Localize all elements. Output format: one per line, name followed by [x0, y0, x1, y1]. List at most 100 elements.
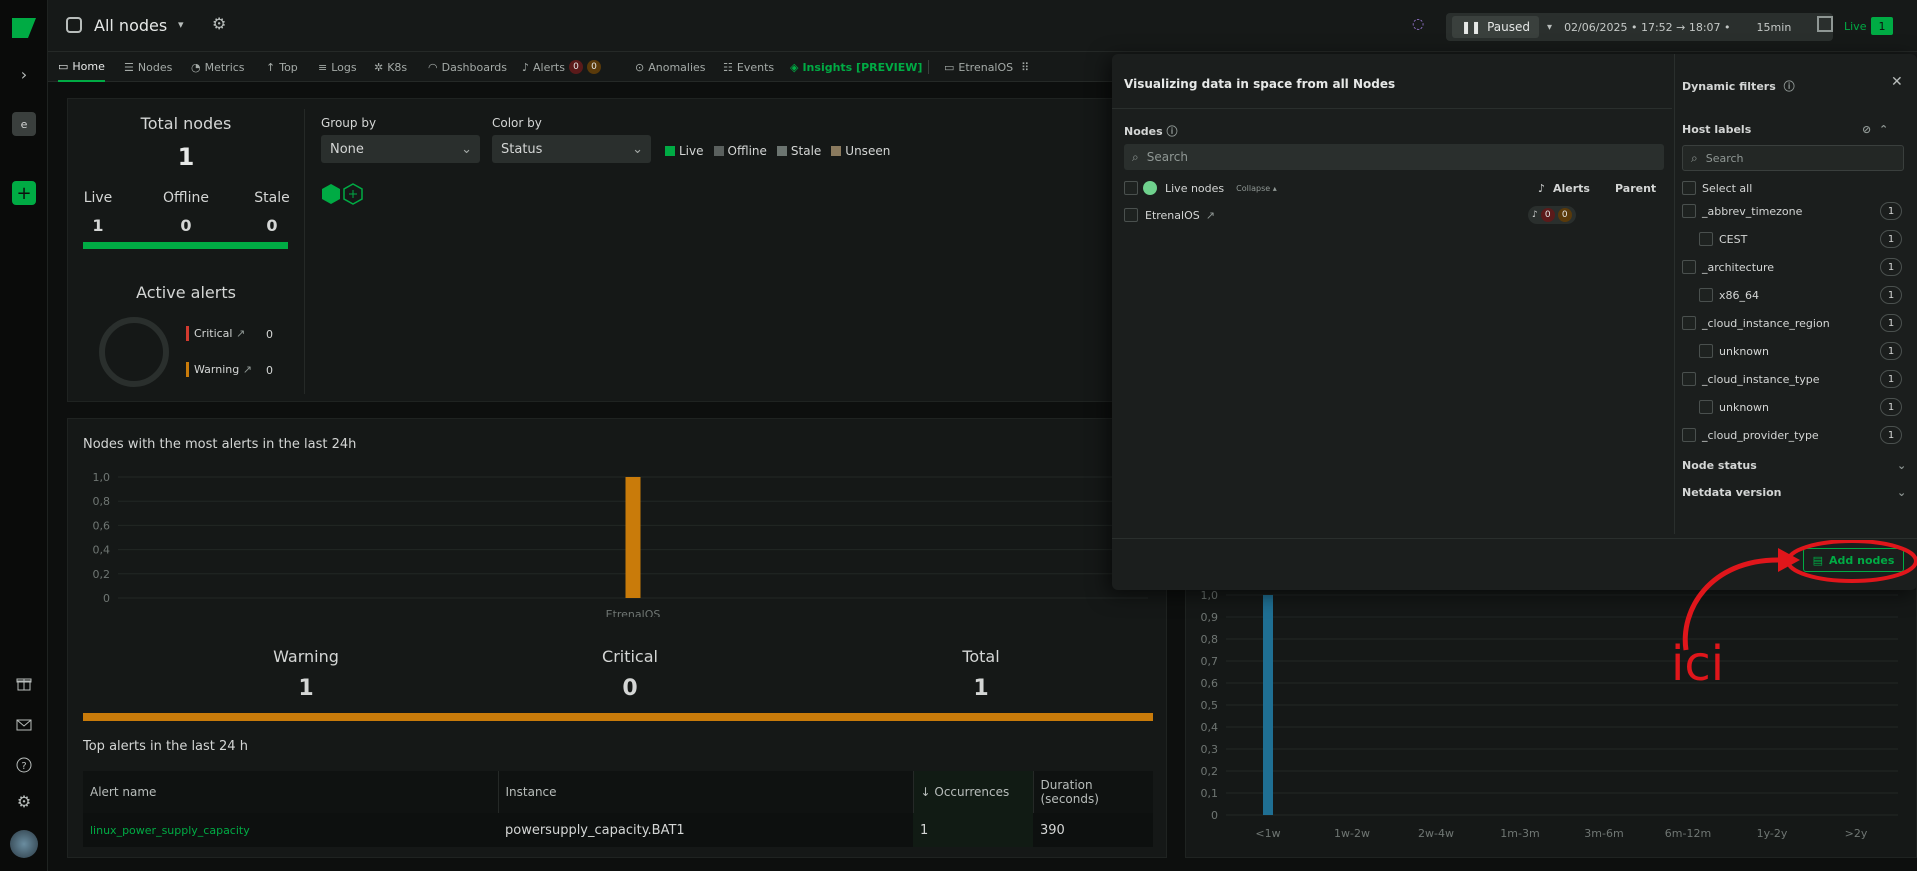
tab-insights[interactable]: ◈ Insights [PREVIEW] — [790, 52, 922, 82]
help-icon[interactable]: ? — [12, 753, 36, 777]
host-label-row[interactable]: x86_64 1 — [1682, 284, 1904, 306]
y-tick-label: 0,5 — [1201, 699, 1219, 712]
left-rail: › e + ? ⚙ — [0, 0, 48, 871]
node-checkbox[interactable] — [1124, 208, 1138, 222]
close-icon[interactable]: ✕ — [1891, 74, 1903, 90]
tab-anomalies[interactable]: ⊙ Anomalies — [635, 52, 706, 82]
tab-metrics[interactable]: ◔ Metrics — [191, 52, 245, 82]
critical-count: 0 — [266, 328, 273, 341]
chevron-up-icon[interactable]: ⌃ — [1879, 123, 1888, 136]
lightbulb-icon[interactable]: ◌ — [1412, 16, 1424, 32]
node-name[interactable]: EtrenalOS — [1145, 209, 1200, 222]
host-label-checkbox[interactable] — [1682, 316, 1696, 330]
filters-divider — [1674, 54, 1675, 534]
user-avatar[interactable] — [10, 830, 38, 858]
netdata-logo[interactable] — [10, 14, 38, 42]
node-hexagon[interactable] — [321, 183, 341, 208]
x-tick-label: EtrenalOS — [606, 608, 661, 617]
host-label-row[interactable]: unknown 1 — [1682, 396, 1904, 418]
collapse-button[interactable]: Collapse ▴ — [1236, 184, 1277, 193]
room-title: All nodes — [94, 16, 168, 35]
select-live-nodes-checkbox[interactable] — [1124, 181, 1138, 195]
tab-top[interactable]: ↑ Top — [266, 52, 298, 82]
host-label-checkbox[interactable] — [1682, 204, 1696, 218]
expand-sidebar-icon[interactable]: › — [12, 62, 36, 86]
time-range[interactable]: 02/06/2025 • 17:52 → 18:07 • — [1564, 21, 1730, 34]
metrics-icon: ◔ — [191, 60, 201, 74]
host-label-row[interactable]: _cloud_instance_type 1 — [1682, 368, 1904, 390]
chevron-down-icon[interactable]: ▾ — [1547, 22, 1552, 33]
select-all-checkbox[interactable] — [1682, 181, 1696, 195]
info-icon[interactable]: ⓘ — [1784, 80, 1795, 93]
host-label-checkbox[interactable] — [1682, 260, 1696, 274]
host-label-name: unknown — [1719, 344, 1769, 358]
host-label-checkbox[interactable] — [1699, 232, 1713, 246]
col-instance[interactable]: Instance — [498, 771, 914, 813]
space-settings-icon[interactable] — [66, 17, 82, 33]
col-occurrences[interactable]: ↓ Occurrences — [913, 771, 1034, 813]
alert-name-link[interactable]: linux_power_supply_capacity — [83, 813, 498, 847]
tab-nodes[interactable]: ☰ Nodes — [124, 52, 172, 82]
host-label-row[interactable]: _cloud_instance_region 1 — [1682, 312, 1904, 334]
space-avatar[interactable]: e — [12, 112, 36, 136]
tab-k8s[interactable]: ✲ K8s — [374, 52, 407, 82]
host-label-checkbox[interactable] — [1682, 372, 1696, 386]
external-link-icon[interactable]: ↗ — [1206, 209, 1215, 222]
settings-icon[interactable]: ⚙ — [12, 789, 36, 813]
y-tick-label: 0,8 — [1201, 633, 1219, 646]
col-duration[interactable]: Duration (seconds) — [1033, 771, 1153, 813]
tab-events[interactable]: ☷ Events — [723, 52, 774, 82]
host-label-checkbox[interactable] — [1699, 344, 1713, 358]
reset-filter-icon[interactable]: ⊘ — [1862, 123, 1871, 136]
duration[interactable]: 15min — [1757, 21, 1792, 34]
time-controls[interactable]: ❚❚ Paused ▾ 02/06/2025 • 17:52 → 18:07 •… — [1446, 13, 1833, 41]
host-label-checkbox[interactable] — [1699, 288, 1713, 302]
home-icon: ▭ — [58, 59, 69, 73]
host-label-row[interactable]: CEST 1 — [1682, 228, 1904, 250]
tab-home[interactable]: ▭ Home — [58, 52, 105, 82]
col-alert-name[interactable]: Alert name — [83, 771, 499, 813]
y-tick-label: 0,6 — [93, 519, 111, 532]
host-label-row[interactable]: _cloud_provider_type 1 — [1682, 424, 1904, 446]
bell-icon: ♪ — [522, 60, 530, 74]
gift-icon[interactable] — [12, 671, 36, 695]
nodes-search-field[interactable]: ⌕ Search — [1124, 144, 1664, 170]
color-by-label: Color by — [492, 116, 542, 130]
tab-alerts[interactable]: ♪ Alerts 0 0 — [522, 52, 601, 82]
paused-label: Paused — [1487, 20, 1531, 34]
critical-link[interactable]: Critical ↗ — [194, 327, 245, 340]
nodes-summary-panel: Total nodes 1 Live Offline Stale 1 0 0 A… — [67, 98, 1167, 402]
color-by-select[interactable]: Status ⌄ — [492, 135, 651, 163]
add-node-hexagon[interactable] — [343, 183, 363, 208]
host-label-row[interactable]: _architecture 1 — [1682, 256, 1904, 278]
tab-etrenalos[interactable]: ▭ EtrenalOS ⠿ — [944, 52, 1029, 82]
add-space-button[interactable]: + — [12, 181, 36, 205]
chevron-down-icon[interactable]: ▾ — [178, 18, 184, 31]
chevron-down-icon: ⌄ — [1897, 459, 1907, 472]
tab-dashboards[interactable]: ◠ Dashboards — [428, 52, 507, 82]
paused-button[interactable]: ❚❚ Paused — [1452, 16, 1540, 38]
host-label-row[interactable]: unknown 1 — [1682, 340, 1904, 362]
live-count-badge[interactable]: 1 — [1871, 17, 1893, 35]
table-row[interactable]: linux_power_supply_capacity powersupply_… — [83, 813, 1153, 847]
node-row[interactable]: EtrenalOS ↗ ♪ 0 0 — [1124, 205, 1664, 225]
warning-link[interactable]: Warning ↗ — [194, 363, 252, 376]
host-label-row[interactable]: _abbrev_timezone 1 — [1682, 200, 1904, 222]
drag-handle-icon[interactable]: ⠿ — [1021, 61, 1029, 74]
tab-logs[interactable]: ≡ Logs — [318, 52, 357, 82]
mail-icon[interactable] — [12, 712, 36, 736]
y-tick-label: 0 — [103, 592, 110, 605]
host-label-checkbox[interactable] — [1682, 428, 1696, 442]
host-label-checkbox[interactable] — [1699, 400, 1713, 414]
gear-icon[interactable]: ⚙ — [212, 14, 226, 33]
info-icon[interactable]: ⓘ — [1167, 125, 1178, 138]
select-all-row[interactable]: Select all — [1682, 181, 1752, 195]
group-by-select[interactable]: None ⌄ — [321, 135, 480, 163]
node-status-filter[interactable]: Node status ⌄ — [1682, 459, 1910, 472]
legend-stale: Stale — [776, 144, 821, 158]
netdata-version-filter[interactable]: Netdata version ⌄ — [1682, 486, 1910, 499]
node-alerts-pill[interactable]: ♪ 0 0 — [1528, 206, 1576, 224]
host-labels-header[interactable]: Host labels ⊘ ⌃ — [1682, 123, 1910, 136]
alert-instance: powersupply_capacity.BAT1 — [505, 822, 685, 838]
filter-search-field[interactable]: ⌕ Search — [1682, 145, 1904, 171]
